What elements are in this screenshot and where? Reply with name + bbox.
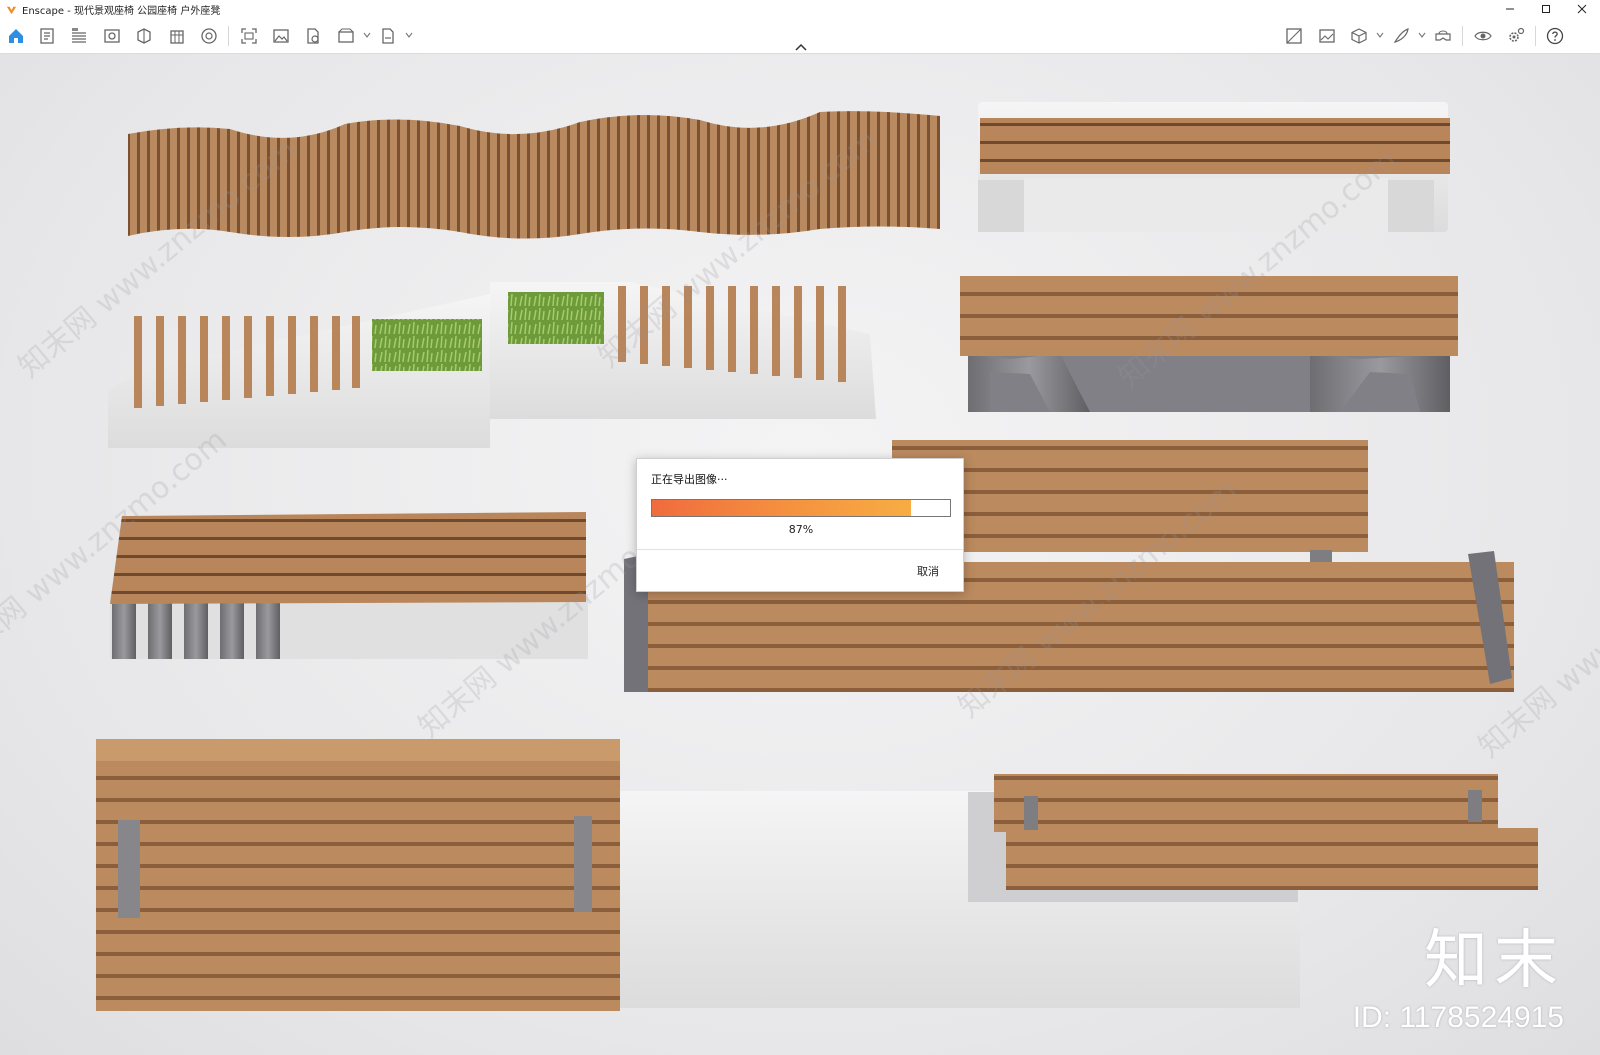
render-button[interactable] — [303, 26, 323, 46]
export-icon — [382, 28, 394, 44]
vr-headset-icon — [1435, 30, 1451, 41]
asset-library-button[interactable] — [134, 26, 154, 46]
chevron-up-icon[interactable] — [794, 42, 808, 52]
toolbar-separator — [1462, 26, 1463, 46]
asset-library-icon — [137, 28, 151, 44]
maximize-button[interactable] — [1528, 0, 1564, 18]
help-icon — [1546, 27, 1564, 45]
export-button[interactable] — [378, 26, 398, 46]
brand-logo: 知末 — [1424, 924, 1564, 998]
title-bar: Enscape - 现代景观座椅 公园座椅 户外座凳 — [0, 0, 1600, 18]
image-button[interactable] — [271, 26, 291, 46]
minimize-button[interactable] — [1492, 0, 1528, 18]
video-dropdown-icon[interactable] — [363, 31, 371, 39]
sites-button[interactable] — [167, 26, 187, 46]
progress-fill — [652, 500, 912, 516]
project-button[interactable] — [37, 26, 57, 46]
batch-render-button[interactable] — [1317, 26, 1337, 46]
progress-bar — [651, 499, 951, 517]
screenshot-icon — [241, 28, 257, 44]
close-button[interactable] — [1564, 0, 1600, 18]
feather-icon — [1393, 28, 1409, 43]
maximize-icon — [1542, 5, 1550, 13]
view-management-button[interactable] — [1284, 26, 1304, 46]
minimize-icon — [1506, 8, 1514, 10]
visibility-icon — [104, 29, 120, 43]
help-button[interactable] — [1545, 26, 1565, 46]
brand-id: ID: 1178524915 — [1352, 1001, 1564, 1034]
material-icon — [201, 28, 217, 44]
window-title: Enscape - 现代景观座椅 公园座椅 户外座凳 — [22, 5, 221, 17]
vr-headset-button[interactable] — [1433, 26, 1453, 46]
visibility-button[interactable] — [102, 26, 122, 46]
eye-icon — [1474, 31, 1492, 41]
cancel-button[interactable]: 取消 — [913, 561, 943, 581]
export-progress-dialog: 正在导出图像··· 87% 取消 — [636, 458, 964, 592]
video-icon — [338, 28, 354, 43]
settings-button[interactable] — [1506, 26, 1526, 46]
image-icon — [273, 29, 289, 43]
home-button[interactable] — [6, 26, 26, 46]
video-button[interactable] — [336, 26, 356, 46]
cube-dropdown-icon[interactable] — [1376, 31, 1384, 39]
cube-button[interactable] — [1349, 26, 1369, 46]
home-icon — [9, 29, 23, 43]
progress-percent: 87% — [788, 523, 814, 536]
toolbar-separator — [228, 26, 229, 46]
bim-icon — [72, 28, 86, 43]
brand-mark: 知末 ID: 1178524915 — [1353, 929, 1564, 1035]
dialog-message: 正在导出图像··· — [651, 473, 728, 486]
feather-dropdown-icon[interactable] — [1418, 31, 1426, 39]
toolbar-separator — [1535, 26, 1536, 46]
sites-icon — [170, 30, 184, 44]
enscape-logo-icon — [6, 6, 17, 14]
close-icon — [1577, 4, 1587, 14]
toolbar — [0, 18, 1600, 54]
export-dropdown-icon[interactable] — [405, 31, 413, 39]
settings-icon — [1509, 27, 1525, 42]
batch-render-icon — [1319, 29, 1335, 43]
feather-button[interactable] — [1391, 26, 1411, 46]
view-management-icon — [1286, 28, 1302, 44]
bim-button[interactable] — [69, 26, 89, 46]
material-button[interactable] — [199, 26, 219, 46]
cube-icon — [1351, 28, 1367, 44]
eye-button[interactable] — [1473, 26, 1493, 46]
screenshot-button[interactable] — [239, 26, 259, 46]
render-icon — [307, 28, 319, 44]
dialog-divider — [637, 549, 963, 550]
project-icon — [40, 28, 54, 44]
